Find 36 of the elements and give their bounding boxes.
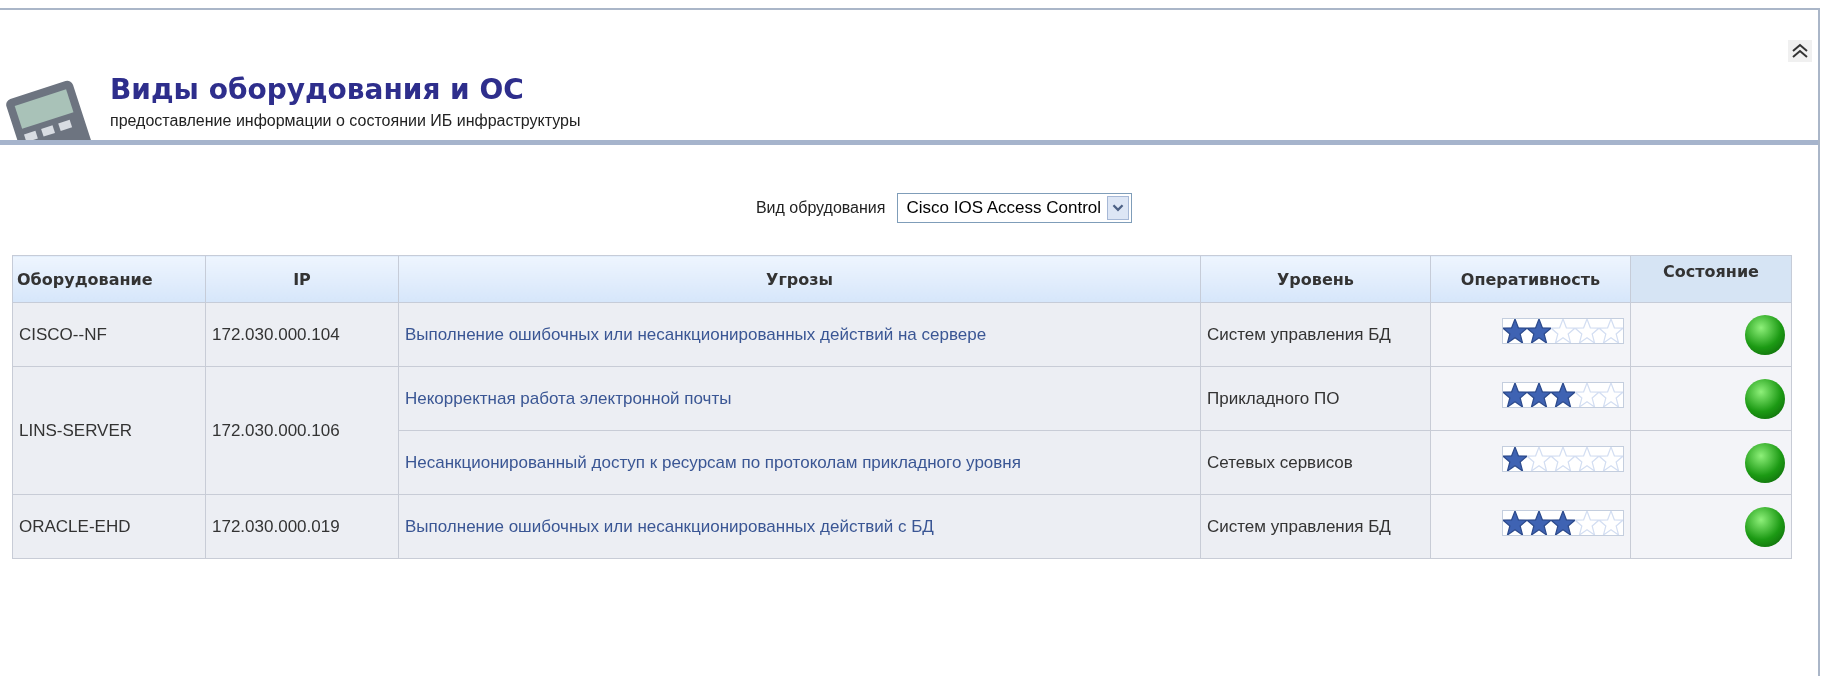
status-indicator [1745, 378, 1785, 419]
filter-label: Вид обрудования [755, 199, 886, 217]
filled-star-icon [1503, 447, 1527, 471]
level-cell: Сетевых сервисов [1200, 430, 1431, 495]
equipment-cell: LINS-SERVER [12, 366, 206, 495]
equipment-cell: CISCO--NF [12, 302, 206, 367]
status-indicator [1745, 314, 1785, 355]
ip-cell: 172.030.000.106 [205, 366, 399, 495]
ip-cell: 172.030.000.104 [205, 302, 399, 367]
ip-cell: 172.030.000.019 [205, 494, 399, 559]
column-header: Состояние [1630, 255, 1792, 303]
equipment-cell: ORACLE-EHD [12, 494, 206, 559]
page-subtitle: предоставление информации о состоянии ИБ инфраструктуры [110, 112, 581, 130]
level-cell: Систем управления БД [1200, 302, 1431, 367]
filled-star-icon [1503, 511, 1527, 535]
threat-link[interactable]: Некорректная работа электронной почты [405, 388, 732, 408]
filled-star-icon [1503, 383, 1527, 407]
filled-star-icon [1527, 383, 1551, 407]
column-header: Угрозы [398, 255, 1201, 303]
collapse-button[interactable] [1788, 40, 1812, 62]
filled-star-icon [1527, 511, 1551, 535]
column-header: Оперативность [1430, 255, 1631, 303]
filled-star-icon [1527, 319, 1551, 343]
column-header: Оборудование [12, 255, 206, 303]
caret-icon [1107, 196, 1130, 220]
column-header: Уровень [1200, 255, 1431, 303]
status-indicator [1745, 506, 1785, 547]
page-title: Виды оборудования и ОС [110, 73, 525, 106]
filled-star-icon [1503, 319, 1527, 343]
level-cell: Систем управления БД [1200, 494, 1431, 559]
level-cell: Прикладного ПО [1200, 366, 1431, 431]
filled-star-icon [1551, 383, 1575, 407]
status-indicator [1745, 442, 1785, 483]
column-header: IP [205, 255, 399, 303]
equipment-dropdown[interactable]: Cisco IOS Access Control [897, 193, 1133, 223]
filled-star-icon [1551, 511, 1575, 535]
